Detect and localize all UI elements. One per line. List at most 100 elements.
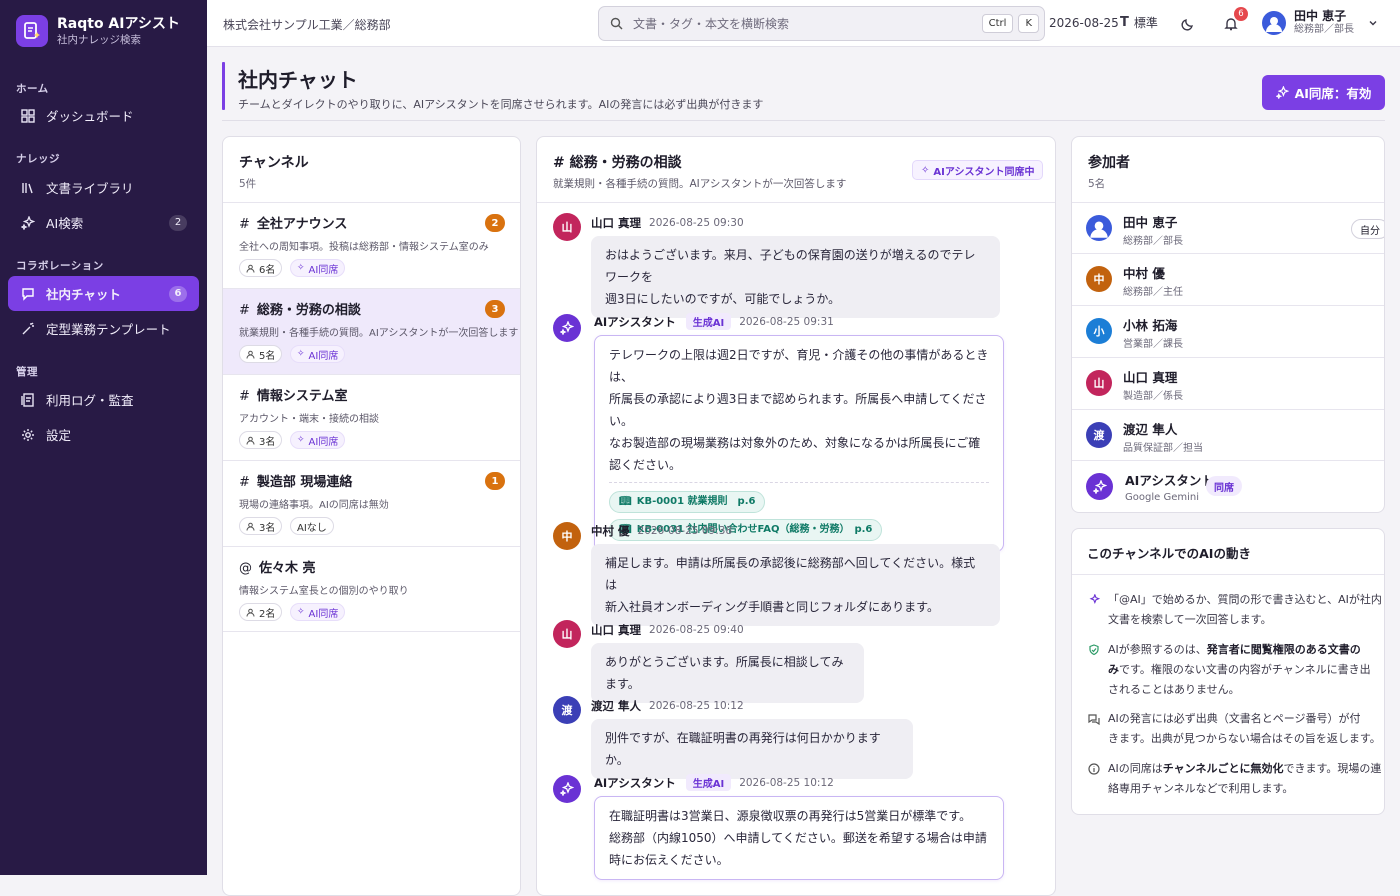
nav-item-templates[interactable]: 定型業務テンプレート [8,311,199,346]
channel-item[interactable]: @ 佐々木 亮 情報システム室長との個別のやり取り 2名 ✧ AI同席 [223,546,520,632]
rule-line: みです。権限のない文書の内容がチャンネルに書き出 [1108,660,1371,680]
members-count: 6名 [259,264,276,276]
sidebar: Raqto AIアシスト 社内ナレッジ検索 ホーム ダッシュボード ナレッジ 文… [0,0,207,875]
book-icon: 📖︎ [619,496,632,507]
channel-title: 佐々木 亮 [259,561,316,576]
members-count: 3名 [259,522,276,534]
person-icon [246,522,255,531]
moon-icon[interactable] [1178,14,1198,34]
gear-icon [20,427,36,443]
nav-item-ai-search[interactable]: AI検索 2 [8,205,199,240]
rule-emphasis: み [1108,663,1119,676]
message-line: 認ください。 [609,458,682,472]
members-chip: 2名 [239,603,283,621]
channel-name: @ 佐々木 亮 [239,557,316,576]
channel-prefix: @ [239,561,252,576]
nav-section-admin: 管理 [16,366,38,378]
source-chip[interactable]: 📖︎ KB-0001 就業規則 p.6 [609,491,766,513]
members-chip: 3名 [239,517,283,535]
brand-name: Raqto AIアシスト [57,15,180,32]
brand[interactable]: Raqto AIアシスト 社内ナレッジ検索 [16,15,180,47]
channel-prefix: # [239,217,250,232]
font-size-toggle[interactable]: T 標準 [1120,14,1158,31]
nav-item-settings[interactable]: 設定 [8,417,199,452]
channel-name: # 総務・労務の相談 [239,299,361,318]
kbd-k: K [1018,14,1039,33]
rule-emphasis: 発言者に閲覧権限のある文書の [1206,643,1361,656]
participant-row[interactable]: 田中 恵子 総務部／部長 自分 [1072,202,1384,253]
sparkle-icon: ✧ [297,607,305,617]
message-header: 山口 真理 2026-08-25 09:30 [591,215,744,231]
members-chip: 6名 [239,259,283,277]
participant-row[interactable]: AIアシスタント Google Gemini 同席 [1072,460,1384,511]
channel-item[interactable]: # 全社アナウンス 全社への周知事項。投稿は総務部・情報システム室のみ 2 6名 … [223,202,520,288]
participant-row[interactable]: 山 山口 真理 製造部／係長 [1072,357,1384,408]
message-time: 2026-08-25 09:40 [649,624,744,636]
participant-role: 品質保証部／担当 [1123,443,1203,454]
title-accent-bar [222,62,225,110]
members-chip: 3名 [239,431,283,449]
channel-prefix: # [239,303,250,318]
message-line: 週3日にしたいのですが、可能でしょうか。 [605,292,841,306]
sparkle-icon [1088,594,1100,630]
members-count: 5名 [259,350,276,362]
ai-chip: ✧ AI同席 [290,431,346,449]
top-date: 2026-08-25 [1049,16,1119,30]
nav-item-library[interactable]: 文書ライブラリ [8,170,199,205]
rule-line: 文書を検索して一次回答します。 [1108,613,1272,626]
message-bubble: 別件ですが、在職証明書の再発行は何日かかりますか。 [591,719,913,779]
user-menu[interactable]: 田中 恵子 総務部／部長 [1262,9,1378,36]
ai-message-bubble: テレワークの上限は週2日ですが、育児・介護その他の事情があるときは、 所属長の承… [594,335,1004,552]
ai-toggle-button[interactable]: AI同席：有効 [1262,75,1385,110]
message-header: AIアシスタント 生成AI 2026-08-25 10:12 [594,774,834,791]
brand-logo-icon [16,15,48,47]
ai-rule: 「@AI」で始めるか、質問の形で書き込むと、AIが社内 文書を検索して一次回答しま… [1088,590,1382,630]
sparkle-icon: ✧ [297,349,305,359]
nav-section-collab: コラボレーション [16,260,104,272]
user-role: 総務部／部長 [1294,24,1354,35]
rule-line: AIが参照するのは、発言者に閲覧権限のある文書の [1108,640,1371,660]
message-header: AIアシスタント 生成AI 2026-08-25 09:31 [594,313,834,330]
user-avatar-icon [1086,215,1112,241]
channel-title: 製造部 現場連絡 [256,475,353,490]
nav-badge: 2 [169,214,187,231]
divider [537,202,1055,203]
rule-text: AIの同席は [1108,762,1163,775]
chevron-down-icon [1368,18,1378,28]
channel-name: # 情報システム室 [239,385,348,404]
message-time: 2026-08-25 10:12 [739,776,834,789]
sparkle-icon: ✧ [921,164,930,176]
ai-chip-label: AI同席 [308,436,339,448]
participant-row[interactable]: 渡 渡辺 隼人 品質保証部／担当 [1072,409,1384,460]
nav-label: 社内チャット [46,287,121,302]
search-placeholder: 文書・タグ・本文を横断検索 [633,17,790,31]
channel-panel-title: チャンネル [239,155,309,171]
message-line: 所属長の承認により週3日まで認められます。所属長へ申請してください。 [609,392,987,428]
participant-row[interactable]: 中 中村 優 総務部／主任 [1072,253,1384,304]
message-line: 在職証明書は3営業日、源泉徴収票の再発行は5営業日が標準です。 [609,809,972,823]
avatar: 小 [1086,318,1112,344]
channel-item[interactable]: # 総務・労務の相談 就業規則・各種手続の質問。AIアシスタントが一次回答します … [223,288,520,374]
message-header: 中村 優 2026-08-25 09:38 [591,523,732,539]
channel-item[interactable]: # 製造部 現場連絡 現場の連絡事項。AIの同席は無効 1 3名 AIなし [223,460,520,546]
participant-role: 総務部／部長 [1123,236,1183,247]
message-bubble: 補足します。申請は所属長の承認後に総務部へ回してください。様式は 新入社員オンボ… [591,544,1000,626]
search-input[interactable]: 文書・タグ・本文を横断検索 Ctrl K [598,6,1045,41]
participant-row[interactable]: 小 小林 拓海 営業部／課長 [1072,305,1384,356]
members-chip: 5名 [239,345,283,363]
self-tag: 自分 [1351,219,1384,239]
nav-item-logs[interactable]: 利用ログ・監査 [8,382,199,417]
nav-item-chat[interactable]: 社内チャット 6 [8,276,199,311]
ai-status-badge: ✧ AIアシスタント同席中 [912,160,1044,180]
nav-item-dashboard[interactable]: ダッシュボード [8,98,199,133]
text-size-icon: T [1120,15,1129,30]
participants-title: 参加者 [1088,155,1130,171]
nav-label: AI検索 [46,216,84,231]
sparkle-icon: ✧ [297,263,305,273]
ai-chip-label: AIなし [297,522,327,534]
nav-label: 定型業務テンプレート [46,322,171,337]
org-breadcrumb: 株式会社サンプル工業／総務部 [223,18,391,32]
kbd-ctrl: Ctrl [981,14,1014,33]
channel-item[interactable]: # 情報システム室 アカウント・端末・接続の相談 3名 ✧ AI同席 [223,374,520,460]
sender-name: AIアシスタント [594,314,676,329]
